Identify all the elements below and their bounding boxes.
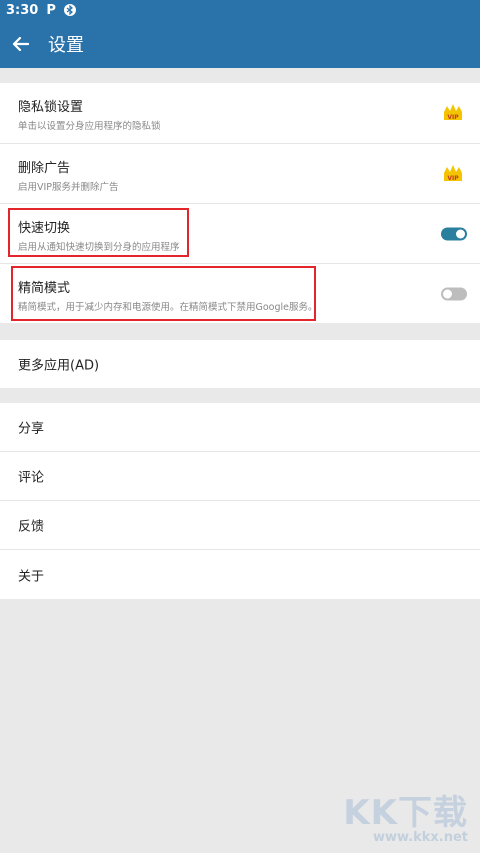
status-time: 3:30 xyxy=(6,2,39,18)
menu-group: 分享 评论 反馈 关于 xyxy=(0,403,480,599)
remove-ads-row[interactable]: 删除广告 启用VIP服务并删除广告 VIP xyxy=(0,144,480,204)
settings-group: 隐私锁设置 单击以设置分身应用程序的隐私锁 VIP 删除广告 启用VIP服务并删… xyxy=(0,83,480,323)
review-label: 评论 xyxy=(18,470,45,486)
lite-mode-subtitle: 精简模式，用于减少内存和电源使用。在精简模式下禁用Google服务。 xyxy=(18,302,318,313)
lite-mode-toggle[interactable] xyxy=(441,287,467,300)
watermark-logo: KK下载 xyxy=(343,793,468,833)
quick-switch-title: 快速切换 xyxy=(18,221,71,236)
parking-notification-icon: P xyxy=(46,2,56,18)
toggle-knob xyxy=(443,289,452,298)
lite-mode-row[interactable]: 精简模式 精简模式，用于减少内存和电源使用。在精简模式下禁用Google服务。 xyxy=(0,264,480,323)
remove-ads-subtitle: 启用VIP服务并删除广告 xyxy=(18,182,119,193)
arrow-left-icon xyxy=(12,36,29,52)
remove-ads-title: 删除广告 xyxy=(18,161,71,176)
bluetooth-icon xyxy=(63,4,76,16)
quick-switch-row[interactable]: 快速切换 启用从通知快速切换到分身的应用程序 xyxy=(0,204,480,264)
toggle-knob xyxy=(456,229,465,238)
quick-switch-subtitle: 启用从通知快速切换到分身的应用程序 xyxy=(18,242,180,253)
quick-switch-toggle[interactable] xyxy=(441,227,467,240)
vip-crown-icon: VIP xyxy=(444,164,462,182)
vip-crown-icon: VIP xyxy=(444,104,462,121)
review-row[interactable]: 评论 xyxy=(0,452,480,501)
more-apps-group: 更多应用(AD) xyxy=(0,340,480,388)
svg-text:VIP: VIP xyxy=(447,114,459,121)
privacy-lock-row[interactable]: 隐私锁设置 单击以设置分身应用程序的隐私锁 VIP xyxy=(0,83,480,144)
watermark: KK下载 www.kkx.net xyxy=(343,785,468,845)
share-label: 分享 xyxy=(18,421,45,437)
status-bar: 3:30 P xyxy=(0,0,480,20)
page-title: 设置 xyxy=(48,35,84,56)
lite-mode-title: 精简模式 xyxy=(18,281,71,296)
privacy-lock-subtitle: 单击以设置分身应用程序的隐私锁 xyxy=(18,121,161,132)
about-row[interactable]: 关于 xyxy=(0,550,480,599)
more-apps-row[interactable]: 更多应用(AD) xyxy=(0,340,480,388)
share-row[interactable]: 分享 xyxy=(0,403,480,452)
privacy-lock-title: 隐私锁设置 xyxy=(18,100,84,115)
feedback-row[interactable]: 反馈 xyxy=(0,501,480,550)
about-label: 关于 xyxy=(18,569,45,584)
feedback-label: 反馈 xyxy=(18,519,45,535)
svg-text:VIP: VIP xyxy=(447,175,459,182)
app-bar: 设置 xyxy=(0,20,480,68)
back-button[interactable] xyxy=(0,20,40,68)
more-apps-label: 更多应用(AD) xyxy=(18,358,100,374)
